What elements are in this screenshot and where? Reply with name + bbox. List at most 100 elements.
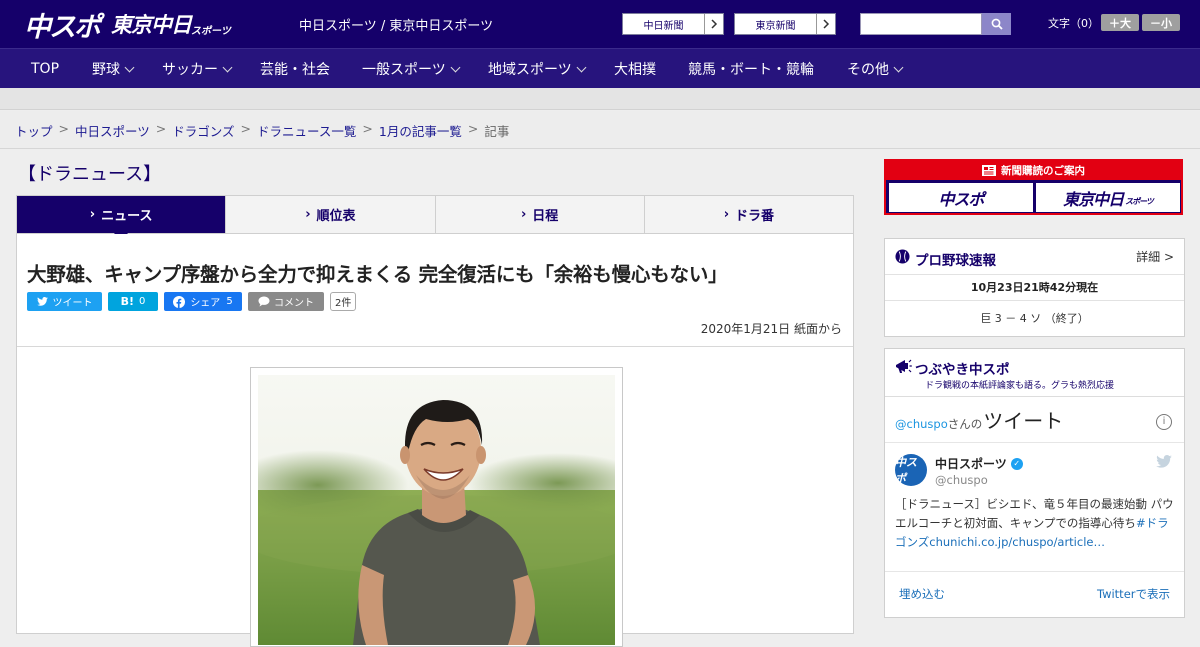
nav-item-local-sports[interactable]: 地域スポーツ xyxy=(488,49,587,89)
comment-button[interactable]: コメント xyxy=(248,292,324,311)
view-on-twitter-link[interactable]: Twitterで表示 xyxy=(1097,586,1170,602)
hatena-bookmark-button[interactable]: B! 0 xyxy=(108,292,158,311)
nav-item-general-sports[interactable]: 一般スポーツ xyxy=(362,49,461,89)
site-logo[interactable]: 中スポ 東京中日 スポーツ xyxy=(24,8,231,43)
nav-item-soccer[interactable]: サッカー xyxy=(162,49,233,89)
breadcrumb-link[interactable]: 1月の記事一覧 xyxy=(379,121,462,140)
chevron-right-icon xyxy=(816,14,835,34)
account-name-row[interactable]: 中日スポーツ ✓ xyxy=(935,455,1023,472)
breadcrumb-separator: > xyxy=(58,121,69,136)
tab-label: 日程 xyxy=(532,209,559,224)
tab-standings[interactable]: › 順位表 xyxy=(225,196,434,233)
font-size-increase-button[interactable]: ＋大 xyxy=(1101,14,1139,31)
chevron-right-icon xyxy=(704,14,723,34)
twitter-bird-icon[interactable] xyxy=(1156,455,1172,468)
tweets-by-word: ツイート xyxy=(983,409,1064,433)
tweet-text: ［ドラニュース］ビシエド、竜５年目の最速始動 パウエルコーチと初対面、キャンプで… xyxy=(895,495,1179,552)
chevron-right-icon: › xyxy=(520,207,527,222)
nav-label: TOP xyxy=(31,61,60,77)
twitter-bird-icon xyxy=(36,297,48,306)
article-dateline: 2020年1月21日 紙面から xyxy=(700,322,842,336)
subscribe-chuspo-button[interactable]: 中スポ xyxy=(889,183,1033,212)
search-icon xyxy=(991,18,1003,30)
chevron-right-icon: › xyxy=(89,207,96,222)
baseball-icon xyxy=(895,249,910,264)
site-names: 中日スポーツ / 東京中日スポーツ xyxy=(299,19,494,34)
tab-label: ドラ番 xyxy=(735,209,775,224)
tab-label: ニュース xyxy=(101,209,153,224)
search-input[interactable] xyxy=(860,13,982,35)
score-game-result[interactable]: 巨 3 － 4 ソ （終了） xyxy=(885,301,1184,337)
tab-label: 順位表 xyxy=(316,209,356,224)
article: 大野雄、キャンプ序盤から全力で抑えまくる 完全復活にも「余裕も慢心もない」 ツイ… xyxy=(16,234,854,647)
nav-item-keiba[interactable]: 競馬・ボート・競輪 xyxy=(688,49,814,89)
breadcrumb-link[interactable]: 中日スポーツ xyxy=(75,121,150,140)
tweet-button[interactable]: ツイート xyxy=(27,292,102,311)
logo-sports: スポーツ xyxy=(191,25,231,37)
widget-header: プロ野球速報 詳細 > xyxy=(885,239,1184,275)
tab-news[interactable]: › ニュース xyxy=(17,196,226,241)
facebook-icon xyxy=(173,295,186,308)
chevron-down-icon xyxy=(124,62,135,72)
subscription-header: 新聞購読のご案内 xyxy=(886,161,1181,180)
section-title: 【ドラニュース】 xyxy=(18,164,162,185)
tokyo-shimbun-link[interactable]: 東京新聞 xyxy=(734,13,836,35)
tab-reporters[interactable]: › ドラ番 xyxy=(643,196,853,233)
avatar[interactable]: 中スポ xyxy=(895,454,927,486)
nav-item-sumo[interactable]: 大相撲 xyxy=(614,49,656,89)
divider xyxy=(885,571,1184,572)
account-link[interactable]: @chuspo xyxy=(895,417,948,431)
widget-title: つぶやき中スポ xyxy=(915,362,1010,378)
nav-item-entertainment[interactable]: 芸能・社会 xyxy=(260,49,330,89)
facebook-count: 5 xyxy=(226,296,233,307)
tweets-by-connector: さんの xyxy=(947,417,983,431)
nav-item-others[interactable]: その他 xyxy=(847,49,904,89)
subscribe-tokyo-chunichi-button[interactable]: 東京中日 スポーツ xyxy=(1036,183,1180,212)
chevron-right-icon: › xyxy=(723,207,730,222)
account-handle[interactable]: @chuspo xyxy=(935,473,988,487)
twitter-widget: つぶやき中スポ ドラ観戦の本紙評論家も語る。グラも熱烈応援 @chuspo さん… xyxy=(884,348,1185,618)
nav-item-baseball[interactable]: 野球 xyxy=(92,49,135,89)
tweets-by-title: @chuspo さんの ツイート xyxy=(895,405,1063,434)
facebook-share-button[interactable]: シェア 5 xyxy=(164,292,242,311)
nav-item-top[interactable]: TOP xyxy=(31,49,59,89)
main-nav: TOP 野球 サッカー 芸能・社会 一般スポーツ 地域スポーツ 大相撲 競馬・ボ… xyxy=(0,48,1200,88)
paper-link-label: 東京新聞 xyxy=(755,20,796,32)
details-link[interactable]: 詳細 > xyxy=(1136,248,1174,265)
chevron-down-icon xyxy=(893,62,904,72)
breadcrumb-link[interactable]: ドラニュース一覧 xyxy=(257,121,356,140)
chunichi-shimbun-link[interactable]: 中日新聞 xyxy=(622,13,724,35)
verified-badge-icon: ✓ xyxy=(1010,457,1023,470)
comment-label: コメント xyxy=(274,298,314,309)
breadcrumb-link[interactable]: ドラゴンズ xyxy=(172,121,234,140)
breadcrumb-separator: > xyxy=(362,121,373,136)
hatena-count: 0 xyxy=(139,296,146,307)
search-button[interactable] xyxy=(982,13,1011,35)
share-buttons: ツイート B! 0 シェア 5 コメント 2件 xyxy=(27,292,357,311)
comment-count[interactable]: 2件 xyxy=(330,292,357,311)
nav-label: サッカー xyxy=(162,62,218,78)
breadcrumb-link[interactable]: トップ xyxy=(15,121,53,140)
subscribe-btn-small: スポーツ xyxy=(1125,197,1154,206)
article-photo[interactable] xyxy=(258,375,615,645)
paper-link-label: 中日新聞 xyxy=(643,20,684,32)
nav-label: 地域スポーツ xyxy=(488,62,572,78)
embed-link[interactable]: 埋め込む xyxy=(899,586,945,602)
article-headline: 大野雄、キャンプ序盤から全力で抑えまくる 完全復活にも「余裕も慢心もない」 xyxy=(27,263,728,286)
account-name: 中日スポーツ xyxy=(935,457,1007,471)
divider xyxy=(17,346,853,347)
font-size-decrease-button[interactable]: －小 xyxy=(1142,14,1180,31)
breadcrumb-separator: > xyxy=(240,121,251,136)
tweet-label: ツイート xyxy=(52,298,93,309)
tab-schedule[interactable]: › 日程 xyxy=(434,196,644,233)
nav-label: その他 xyxy=(847,62,889,78)
nav-label: 大相撲 xyxy=(614,62,656,78)
info-icon[interactable]: i xyxy=(1156,414,1172,430)
newspaper-icon xyxy=(982,165,996,176)
widget-title: プロ野球速報 xyxy=(915,253,996,269)
article-photo-frame xyxy=(250,367,623,647)
logo-tokyo-chunichi: 東京中日 xyxy=(111,13,192,37)
breadcrumb-separator: > xyxy=(467,121,479,136)
logo-chuspo: 中スポ xyxy=(24,11,101,43)
subscription-title: 新聞購読のご案内 xyxy=(1001,165,1085,177)
